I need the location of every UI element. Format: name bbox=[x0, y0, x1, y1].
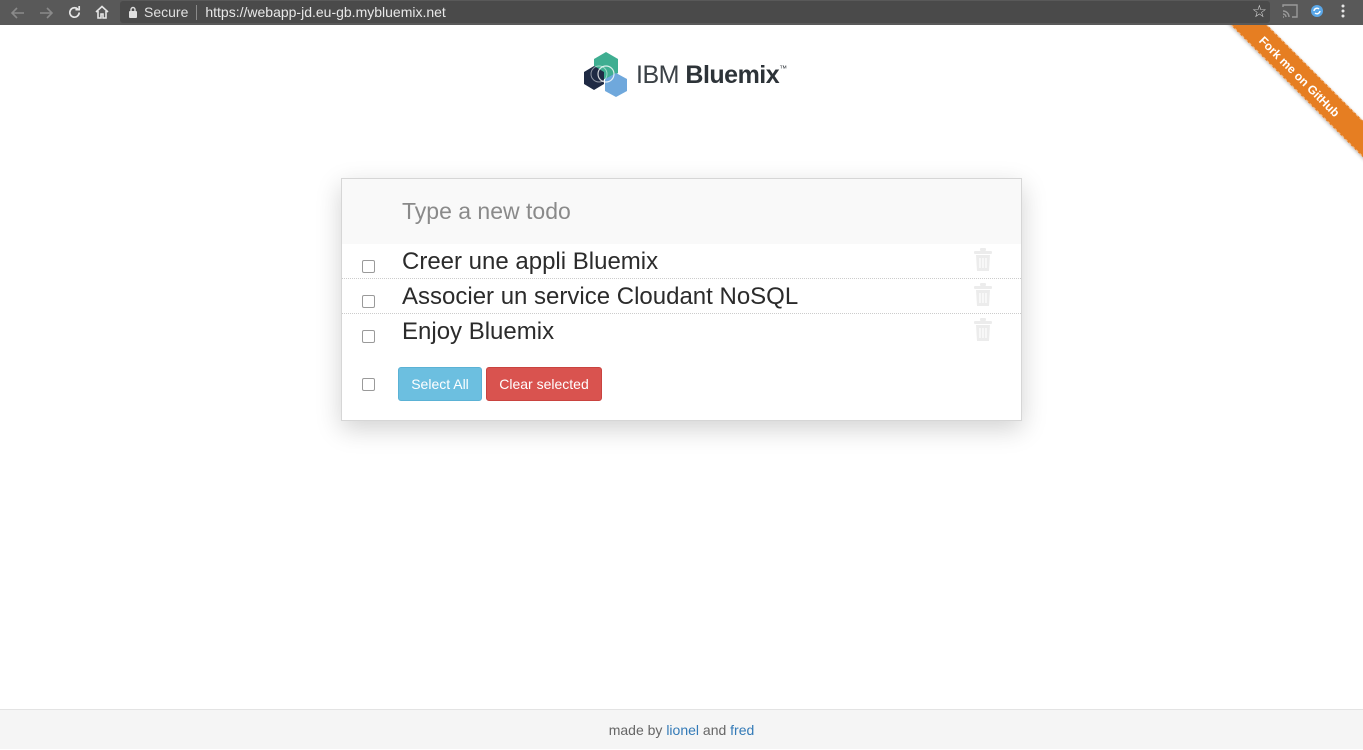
lock-icon bbox=[129, 6, 137, 18]
todo-checkbox[interactable] bbox=[362, 330, 375, 343]
logo-product: Bluemix bbox=[685, 60, 780, 89]
arrow-left-icon bbox=[11, 6, 24, 19]
todo-text: Enjoy Bluemix bbox=[402, 318, 555, 345]
reload-icon bbox=[68, 5, 80, 18]
page-footer: made by lionel and fred bbox=[0, 709, 1363, 749]
reload-button[interactable] bbox=[60, 0, 88, 25]
address-separator bbox=[196, 4, 198, 20]
cast-icon[interactable] bbox=[1282, 3, 1298, 19]
trash-icon[interactable] bbox=[973, 248, 993, 272]
todo-list: Creer une appli Bluemix Associer un serv… bbox=[342, 244, 1021, 349]
github-ribbon-container: Fork me on GitHub bbox=[1213, 25, 1363, 175]
extension-sync-icon[interactable] bbox=[1309, 3, 1325, 19]
address-bar[interactable]: Secure https://webapp-jd.eu-gb.mybluemix… bbox=[120, 1, 1270, 23]
todo-checkbox[interactable] bbox=[362, 260, 375, 273]
back-button[interactable] bbox=[4, 0, 32, 25]
select-all-button[interactable]: Select All bbox=[398, 367, 482, 401]
url-text: https://webapp-jd.eu-gb.mybluemix.net bbox=[205, 4, 446, 20]
clear-selected-button[interactable]: Clear selected bbox=[486, 367, 602, 401]
bluemix-hexagon-icon bbox=[584, 52, 627, 97]
todo-item: Creer une appli Bluemix bbox=[342, 244, 1021, 279]
fork-me-ribbon[interactable]: Fork me on GitHub bbox=[1213, 25, 1363, 167]
select-all-checkbox[interactable] bbox=[362, 378, 375, 391]
todo-actions: Select All Clear selected bbox=[342, 367, 1021, 403]
logo-tm: ™ bbox=[779, 63, 787, 73]
author-link-lionel[interactable]: lionel bbox=[666, 722, 699, 738]
home-icon bbox=[95, 5, 109, 19]
logo-wordmark: IBM Bluemix™ bbox=[636, 61, 787, 90]
logo-brand: IBM bbox=[636, 60, 679, 89]
kebab-menu-icon[interactable] bbox=[1337, 3, 1349, 19]
todo-checkbox[interactable] bbox=[362, 295, 375, 308]
todo-app: Creer une appli Bluemix Associer un serv… bbox=[341, 178, 1022, 421]
browser-toolbar: Secure https://webapp-jd.eu-gb.mybluemix… bbox=[0, 0, 1363, 25]
forward-button[interactable] bbox=[32, 0, 60, 25]
trash-icon[interactable] bbox=[973, 283, 993, 307]
todo-item: Associer un service Cloudant NoSQL bbox=[342, 279, 1021, 314]
footer-and: and bbox=[702, 722, 727, 738]
secure-label: Secure bbox=[144, 4, 189, 20]
bluemix-logo: IBM Bluemix™ bbox=[582, 50, 787, 100]
home-button[interactable] bbox=[88, 0, 116, 25]
todo-item: Enjoy Bluemix bbox=[342, 314, 1021, 349]
todo-text: Associer un service Cloudant NoSQL bbox=[402, 283, 799, 310]
arrow-right-icon bbox=[40, 6, 53, 19]
new-todo-input[interactable] bbox=[342, 179, 1021, 244]
bookmark-star-icon[interactable]: ☆ bbox=[1252, 2, 1267, 22]
trash-icon[interactable] bbox=[973, 318, 993, 342]
todo-text: Creer une appli Bluemix bbox=[402, 248, 659, 275]
footer-made-by: made by bbox=[608, 722, 663, 738]
author-link-fred[interactable]: fred bbox=[730, 722, 754, 738]
